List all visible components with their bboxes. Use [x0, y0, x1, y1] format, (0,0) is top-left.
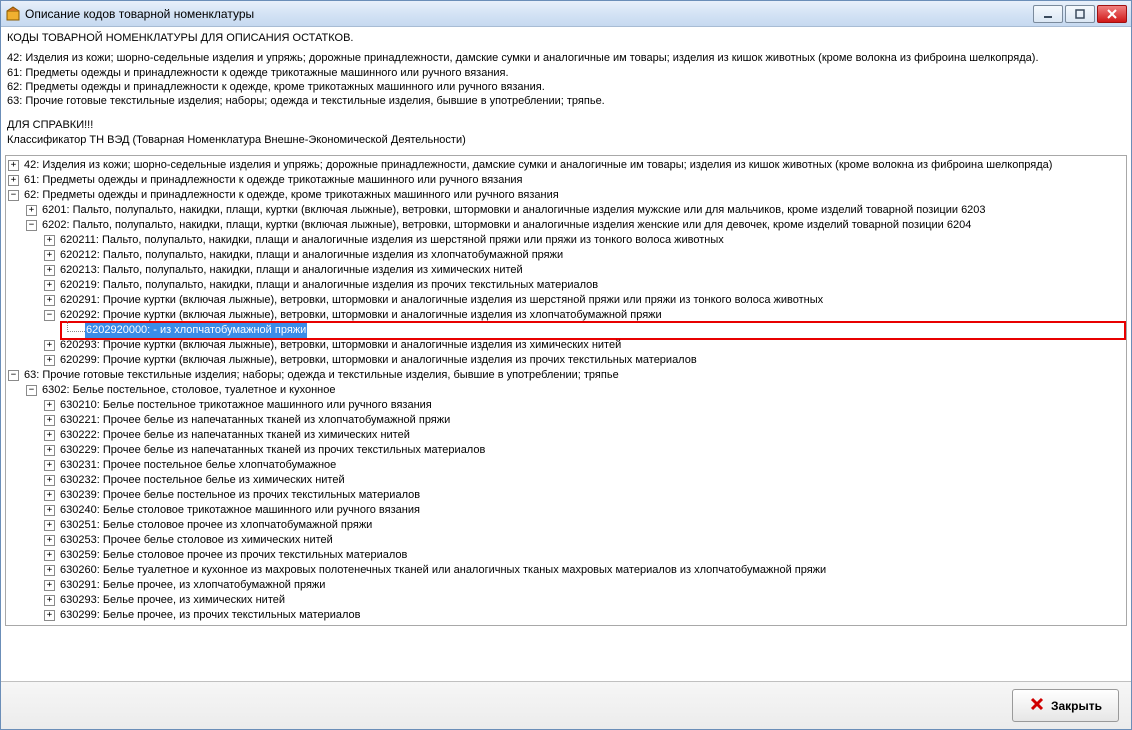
- info-ref-text: Классификатор ТН ВЭД (Товарная Номенклат…: [7, 133, 1125, 147]
- tree-node-620213[interactable]: 620213: Пальто, полупальто, накидки, пла…: [59, 263, 524, 278]
- expand-icon[interactable]: +: [44, 460, 55, 471]
- tree-node-630240[interactable]: 630240: Белье столовое трикотажное машин…: [59, 503, 421, 518]
- expand-icon[interactable]: +: [44, 550, 55, 561]
- window-title: Описание кодов товарной номенклатуры: [25, 7, 1033, 21]
- tree-node-6201[interactable]: 6201: Пальто, полупальто, накидки, плащи…: [41, 203, 987, 218]
- content-area: КОДЫ ТОВАРНОЙ НОМЕНКЛАТУРЫ ДЛЯ ОПИСАНИЯ …: [1, 27, 1131, 681]
- close-icon: [1029, 696, 1045, 715]
- expand-icon[interactable]: +: [44, 445, 55, 456]
- tree-node-630229[interactable]: 630229: Прочее белье из напечатанных тка…: [59, 443, 486, 458]
- tree-node-620211[interactable]: 620211: Пальто, полупальто, накидки, пла…: [59, 233, 725, 248]
- tree-branch-line: [67, 321, 85, 332]
- expand-icon[interactable]: +: [44, 340, 55, 351]
- tree-node-6202920000[interactable]: 6202920000: - из хлопчатобумажной пряжи: [85, 323, 307, 338]
- tree-node-630259[interactable]: 630259: Белье столовое прочее из прочих …: [59, 548, 408, 563]
- tree-node-61[interactable]: 61: Предметы одежды и принадлежности к о…: [23, 173, 524, 188]
- expand-icon[interactable]: +: [44, 250, 55, 261]
- expand-icon[interactable]: +: [44, 505, 55, 516]
- collapse-icon[interactable]: −: [8, 370, 19, 381]
- info-line-62: 62: Предметы одежды и принадлежности к о…: [7, 80, 1125, 94]
- app-icon: [5, 6, 21, 22]
- expand-icon[interactable]: +: [8, 175, 19, 186]
- tree-node-62[interactable]: 62: Предметы одежды и принадлежности к о…: [23, 188, 560, 203]
- tree-node-630291[interactable]: 630291: Белье прочее, из хлопчатобумажно…: [59, 578, 326, 593]
- expand-icon[interactable]: +: [44, 235, 55, 246]
- collapse-icon[interactable]: −: [26, 385, 37, 396]
- tree-node-630232[interactable]: 630232: Прочее постельное белье из химич…: [59, 473, 346, 488]
- tree-node-42[interactable]: 42: Изделия из кожи; шорно-седельные изд…: [23, 158, 1053, 173]
- info-heading: КОДЫ ТОВАРНОЙ НОМЕНКЛАТУРЫ ДЛЯ ОПИСАНИЯ …: [7, 31, 1125, 45]
- tree-node-630299[interactable]: 630299: Белье прочее, из прочих текстиль…: [59, 608, 361, 623]
- info-line-61: 61: Предметы одежды и принадлежности к о…: [7, 66, 1125, 80]
- maximize-button[interactable]: [1065, 5, 1095, 23]
- expand-icon[interactable]: +: [44, 475, 55, 486]
- collapse-icon[interactable]: −: [44, 310, 55, 321]
- tree-node-620291[interactable]: 620291: Прочие куртки (включая лыжные), …: [59, 293, 824, 308]
- titlebar: Описание кодов товарной номенклатуры: [1, 1, 1131, 27]
- expand-icon[interactable]: +: [44, 610, 55, 621]
- tree-container: +42: Изделия из кожи; шорно-седельные из…: [5, 155, 1127, 626]
- expand-icon[interactable]: +: [44, 430, 55, 441]
- tree-node-630251[interactable]: 630251: Белье столовое прочее из хлопчат…: [59, 518, 373, 533]
- info-header: КОДЫ ТОВАРНОЙ НОМЕНКЛАТУРЫ ДЛЯ ОПИСАНИЯ …: [5, 29, 1127, 155]
- close-window-button[interactable]: [1097, 5, 1127, 23]
- expand-icon[interactable]: +: [44, 295, 55, 306]
- close-button[interactable]: Закрыть: [1012, 689, 1119, 722]
- info-line-42: 42: Изделия из кожи; шорно-седельные изд…: [7, 51, 1125, 65]
- tree-node-630239[interactable]: 630239: Прочее белье постельное из прочи…: [59, 488, 421, 503]
- tree-node-620299[interactable]: 620299: Прочие куртки (включая лыжные), …: [59, 353, 698, 368]
- info-ref-title: ДЛЯ СПРАВКИ!!!: [7, 118, 1125, 132]
- tree-node-630231[interactable]: 630231: Прочее постельное белье хлопчато…: [59, 458, 337, 473]
- expand-icon[interactable]: +: [44, 595, 55, 606]
- tree-node-6302[interactable]: 6302: Белье постельное, столовое, туалет…: [41, 383, 336, 398]
- expand-icon[interactable]: +: [44, 400, 55, 411]
- expand-icon[interactable]: +: [44, 580, 55, 591]
- expand-icon[interactable]: +: [8, 160, 19, 171]
- expand-icon[interactable]: +: [44, 535, 55, 546]
- tree-node-630222[interactable]: 630222: Прочее белье из напечатанных тка…: [59, 428, 411, 443]
- tree-node-630293[interactable]: 630293: Белье прочее, из химических ните…: [59, 593, 286, 608]
- tree-node-620292[interactable]: 620292: Прочие куртки (включая лыжные), …: [59, 308, 663, 323]
- expand-icon[interactable]: +: [44, 355, 55, 366]
- expand-icon[interactable]: +: [44, 520, 55, 531]
- info-line-63: 63: Прочие готовые текстильные изделия; …: [7, 94, 1125, 108]
- tree-node-63[interactable]: 63: Прочие готовые текстильные изделия; …: [23, 368, 620, 383]
- expand-icon[interactable]: +: [26, 205, 37, 216]
- collapse-icon[interactable]: −: [26, 220, 37, 231]
- tree-node-620219[interactable]: 620219: Пальто, полупальто, накидки, пла…: [59, 278, 599, 293]
- tree-node-6202[interactable]: 6202: Пальто, полупальто, накидки, плащи…: [41, 218, 972, 233]
- code-tree[interactable]: +42: Изделия из кожи; шорно-седельные из…: [8, 158, 1124, 623]
- tree-node-620293[interactable]: 620293: Прочие куртки (включая лыжные), …: [59, 338, 622, 353]
- collapse-icon[interactable]: −: [8, 190, 19, 201]
- close-button-label: Закрыть: [1051, 699, 1102, 713]
- window-controls: [1033, 5, 1127, 23]
- expand-icon[interactable]: +: [44, 415, 55, 426]
- tree-node-630253[interactable]: 630253: Прочее белье столовое из химичес…: [59, 533, 334, 548]
- tree-node-630210[interactable]: 630210: Белье постельное трикотажное маш…: [59, 398, 433, 413]
- minimize-button[interactable]: [1033, 5, 1063, 23]
- expand-icon[interactable]: +: [44, 280, 55, 291]
- expand-icon[interactable]: +: [44, 565, 55, 576]
- tree-node-630221[interactable]: 630221: Прочее белье из напечатанных тка…: [59, 413, 451, 428]
- tree-node-620212[interactable]: 620212: Пальто, полупальто, накидки, пла…: [59, 248, 564, 263]
- tree-node-630260[interactable]: 630260: Белье туалетное и кухонное из ма…: [59, 563, 827, 578]
- footer: Закрыть: [1, 681, 1131, 729]
- expand-icon[interactable]: +: [44, 265, 55, 276]
- expand-icon[interactable]: +: [44, 490, 55, 501]
